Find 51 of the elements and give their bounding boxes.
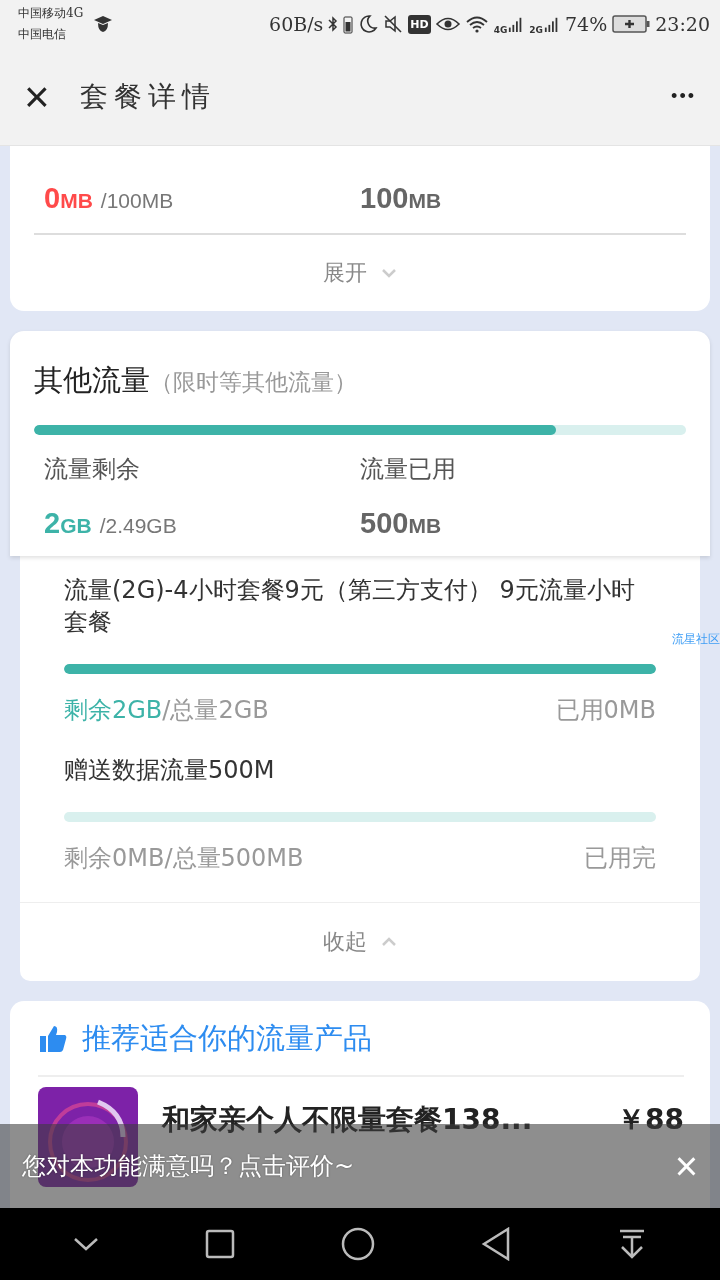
stat-label: 流量已用	[360, 454, 456, 485]
used-amount: 100MB	[360, 182, 442, 215]
close-button[interactable]: ×	[674, 1146, 698, 1186]
section-title: 其他流量	[34, 362, 150, 399]
mute-icon	[383, 14, 404, 34]
eye-icon	[435, 16, 460, 32]
network-speed: 60B/s	[269, 13, 324, 35]
community-link[interactable]: 流星社区	[672, 631, 720, 648]
page-title: 套餐详情	[79, 78, 216, 115]
network-type: 4G	[493, 25, 508, 35]
section-subtitle: （限时等其他流量）	[150, 368, 357, 397]
used-amount: 500MB	[360, 507, 442, 540]
total-amount: /100MB	[100, 189, 174, 213]
carrier-name: 中国电信	[18, 26, 67, 43]
hd-badge: HD	[408, 14, 431, 34]
back-icon[interactable]	[481, 1227, 511, 1261]
used-text: 已用0MB	[555, 695, 656, 726]
chevron-down-icon[interactable]	[73, 1237, 99, 1251]
thumbs-up-icon	[38, 1024, 68, 1054]
remaining-amount: 2GB	[44, 507, 92, 540]
remaining-text: 剩余0MB	[64, 843, 165, 874]
total-text: /总量2GB	[162, 695, 269, 726]
home-icon[interactable]	[341, 1227, 375, 1261]
package-name: 赠送数据流量500M	[64, 755, 276, 786]
phone-battery-icon	[343, 14, 354, 34]
clock: 23:20	[655, 13, 710, 35]
stat-label: 流量剩余	[44, 454, 140, 485]
moon-icon	[358, 14, 379, 34]
pull-down-icon[interactable]	[617, 1228, 647, 1260]
wifi-icon	[464, 15, 489, 33]
bluetooth-icon	[328, 15, 339, 33]
battery-icon	[612, 14, 651, 34]
total-text: /总量500MB	[164, 843, 304, 874]
used-text: 已用完	[584, 843, 656, 874]
remaining-amount: 0MB	[44, 182, 93, 215]
square-icon[interactable]	[205, 1229, 235, 1259]
section-title: 推荐适合你的流量产品	[82, 1020, 372, 1057]
close-button[interactable]: ×	[24, 74, 50, 119]
total-amount: /2.49GB	[99, 514, 177, 538]
package-name: 流量(2G)-4小时套餐9元（第三方支付） 9元流量小时套餐	[64, 575, 636, 638]
carrier-name: 中国移动4G	[18, 5, 84, 22]
signal-icon	[544, 15, 560, 33]
more-button[interactable]: •••	[671, 86, 696, 107]
network-type: 2G	[529, 25, 543, 35]
chevron-down-icon	[381, 268, 397, 278]
chevron-up-icon	[381, 937, 397, 947]
collapse-button[interactable]: 收起	[64, 903, 656, 981]
battery-percent: 74%	[565, 13, 608, 35]
expand-button[interactable]: 展开	[34, 235, 686, 311]
graduate-icon	[93, 14, 114, 34]
remaining-text: 剩余2GB	[64, 695, 163, 726]
